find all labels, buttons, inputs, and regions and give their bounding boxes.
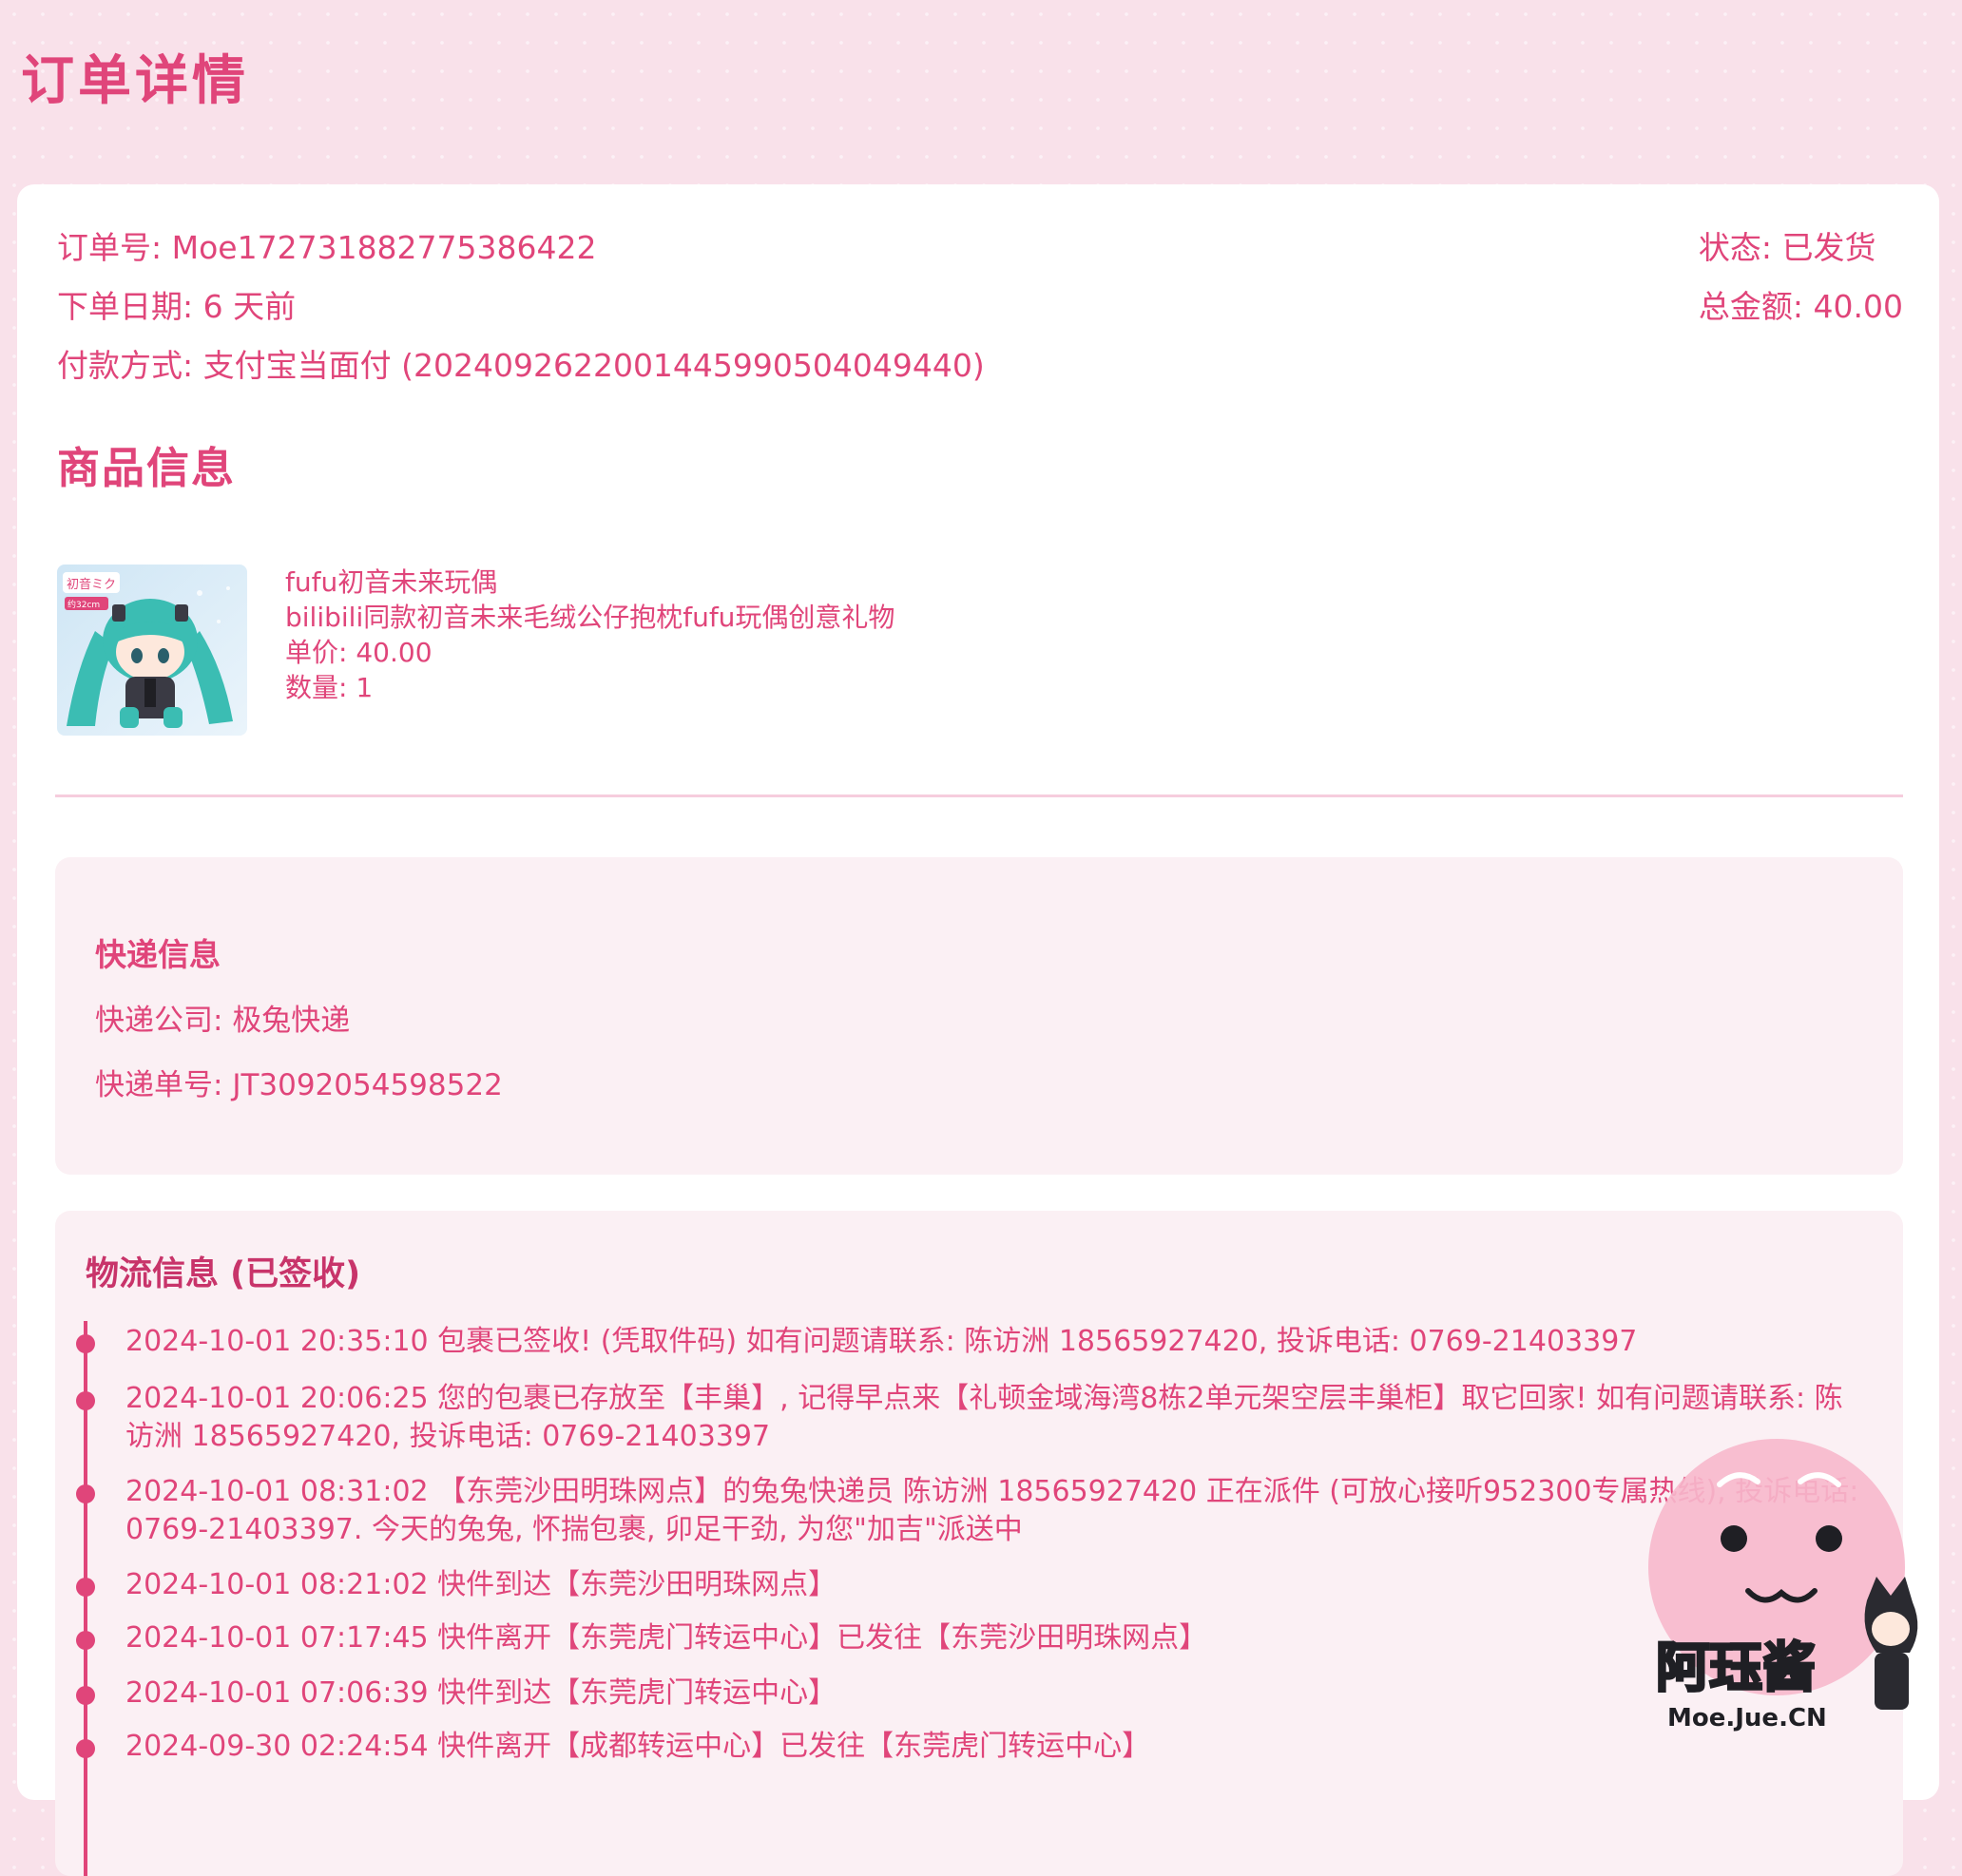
timeline-event-text: 2024-09-30 02:24:54 快件离开【成都转运中心】已发往【东莞虎门…	[125, 1730, 1151, 1763]
quantity-label: 数量:	[285, 672, 348, 703]
timeline-event-text: 2024-10-01 08:21:02 快件到达【东莞沙田明珠网点】	[125, 1568, 837, 1601]
timeline-event-text: 2024-10-01 07:06:39 快件到达【东莞虎门转运中心】	[125, 1676, 837, 1710]
thumb-title: 初音ミク	[67, 577, 116, 592]
express-company: 极兔快递	[232, 1004, 351, 1038]
status-row: 状态: 已发货	[1699, 219, 1903, 278]
page-title: 订单详情	[21, 50, 249, 112]
payment-method: 支付宝当面付 (2024092622001445990504049440)	[202, 347, 985, 384]
timeline-dot	[76, 1484, 95, 1503]
order-meta-right: 状态: 已发货 总金额: 40.00	[1699, 219, 1903, 336]
unit-price-row: 单价: 40.00	[285, 635, 894, 670]
order-number-label: 订单号:	[57, 229, 163, 266]
order-date: 6 天前	[202, 288, 297, 325]
unit-price: 40.00	[356, 637, 433, 668]
order-number: Moe172731882775386422	[171, 229, 597, 266]
total-row: 总金额: 40.00	[1699, 278, 1903, 336]
order-date-row: 下单日期: 6 天前	[57, 278, 985, 336]
timeline-event-text: 2024-10-01 08:31:02 【东莞沙田明珠网点】的兔兔快递员 陈访洲…	[125, 1475, 1859, 1546]
tracking-row: 快递单号: JT3092054598522	[95, 1061, 503, 1103]
express-company-row: 快递公司: 极兔快递	[95, 996, 350, 1039]
tracking-label: 快递单号:	[95, 1068, 223, 1102]
timeline-dot	[76, 1578, 95, 1597]
timeline-dot	[76, 1686, 95, 1705]
watermark-name: 阿珏酱	[1656, 1637, 1816, 1699]
order-date-label: 下单日期:	[57, 288, 194, 325]
payment-label: 付款方式:	[57, 347, 194, 384]
product-description: bilibili同款初音未来毛绒公仔抱枕fufu玩偶创意礼物	[285, 602, 895, 633]
product-item[interactable]: 初音ミク 约32cm fufu初音未来玩偶 bilibili同款初音未来毛绒公仔…	[57, 565, 1911, 755]
product-info: fufu初音未来玩偶 bilibili同款初音未来毛绒公仔抱枕fufu玩偶创意礼…	[285, 565, 894, 705]
timeline-dot	[76, 1631, 95, 1650]
thumb-size: 约32cm	[67, 599, 100, 610]
unit-price-label: 单价:	[285, 637, 348, 668]
tracking-number[interactable]: JT3092054598522	[232, 1068, 502, 1102]
product-image[interactable]: 初音ミク 约32cm	[57, 565, 247, 736]
express-company-label: 快递公司:	[95, 1004, 223, 1038]
product-name[interactable]: fufu初音未来玩偶	[285, 565, 894, 600]
timeline-event-text: 2024-10-01 07:17:45 快件离开【东莞虎门转运中心】已发往【东莞…	[125, 1621, 1208, 1655]
timeline-dot	[76, 1391, 95, 1410]
logistics-panel: 物流信息 (已签收) 2024-10-01 20:35:10 包裹已签收! (凭…	[55, 1211, 1903, 1876]
timeline-dot	[76, 1739, 95, 1758]
timeline-dot	[76, 1334, 95, 1353]
timeline-event-text: 2024-10-01 20:06:25 您的包裹已存放至【丰巢】, 记得早点来【…	[125, 1382, 1843, 1453]
timeline-event-text: 2024-10-01 20:35:10 包裹已签收! (凭取件码) 如有问题请联…	[125, 1325, 1638, 1358]
logistics-title: 物流信息 (已签收)	[86, 1255, 361, 1293]
order-meta-left: 订单号: Moe172731882775386422 下单日期: 6 天前 付款…	[57, 219, 985, 395]
status-label: 状态:	[1698, 229, 1773, 266]
divider	[55, 794, 1903, 797]
express-title: 快递信息	[95, 936, 221, 973]
total-amount: 40.00	[1813, 288, 1903, 325]
quantity-row: 数量: 1	[285, 670, 894, 705]
status-badge: 已发货	[1781, 229, 1876, 266]
mascot-watermark[interactable]: 阿珏酱 Moe.Jue.CN	[1648, 1439, 1933, 1743]
order-number-row: 订单号: Moe172731882775386422	[57, 219, 985, 278]
watermark-site: Moe.Jue.CN	[1667, 1704, 1827, 1732]
total-label: 总金额:	[1698, 288, 1804, 325]
quantity: 1	[356, 672, 374, 703]
products-section-title: 商品信息	[57, 443, 237, 493]
payment-row: 付款方式: 支付宝当面付 (20240926220014459905040494…	[57, 336, 985, 395]
express-panel: 快递信息 快递公司: 极兔快递 快递单号: JT3092054598522	[55, 857, 1903, 1175]
